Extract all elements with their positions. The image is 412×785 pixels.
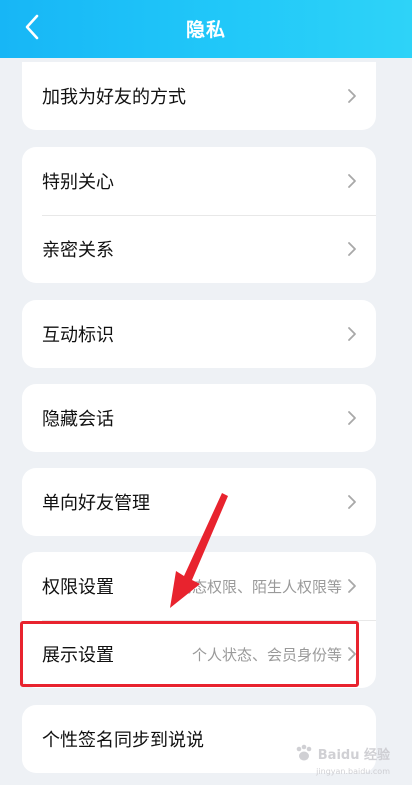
settings-card-interaction: 互动标识	[22, 300, 376, 368]
row-hide-chats[interactable]: 隐藏会话	[22, 384, 376, 452]
row-label: 互动标识	[42, 325, 114, 346]
chevron-right-icon	[346, 88, 358, 104]
row-label: 权限设置	[42, 577, 114, 598]
chevron-right-icon	[346, 173, 358, 189]
watermark-subtext: jingyan.baidu.com	[316, 767, 390, 776]
row-subtitle: 动态权限、陌生人权限等	[176, 577, 342, 596]
row-interaction-marks[interactable]: 互动标识	[22, 300, 376, 368]
chevron-right-icon	[346, 494, 358, 510]
row-label: 亲密关系	[42, 240, 114, 261]
watermark-text: Baidu 经验	[317, 747, 390, 763]
top-bar: 隐私	[0, 0, 412, 58]
row-label: 特别关心	[42, 172, 114, 193]
paw-icon	[296, 744, 312, 761]
settings-card-hide-chats: 隐藏会话	[22, 384, 376, 452]
settings-card-one-way: 单向好友管理	[22, 468, 376, 536]
settings-card-add-friend: 加我为好友的方式	[22, 62, 376, 130]
row-special-care[interactable]: 特别关心	[22, 147, 376, 215]
row-label: 加我为好友的方式	[42, 87, 186, 108]
row-label: 展示设置	[42, 645, 114, 666]
row-subtitle: 个人状态、会员身份等	[191, 645, 342, 664]
chevron-right-icon	[346, 578, 358, 594]
chevron-right-icon	[346, 326, 358, 342]
row-label: 个性签名同步到说说	[42, 730, 204, 751]
settings-card-relations: 特别关心 亲密关系	[22, 147, 376, 283]
row-add-friend-method[interactable]: 加我为好友的方式	[22, 62, 376, 130]
row-one-way-friends[interactable]: 单向好友管理	[22, 468, 376, 536]
row-close-relation[interactable]: 亲密关系	[22, 215, 376, 283]
chevron-right-icon	[346, 410, 358, 426]
row-permission-settings[interactable]: 权限设置 动态权限、陌生人权限等	[22, 552, 376, 620]
chevron-right-icon	[346, 646, 358, 662]
watermark-logo: Baidu 经验 jingyan.baidu.com	[294, 743, 390, 776]
settings-card-permissions: 权限设置 动态权限、陌生人权限等 展示设置 个人状态、会员身份等	[22, 552, 376, 688]
row-display-settings[interactable]: 展示设置 个人状态、会员身份等	[22, 620, 376, 688]
row-label: 单向好友管理	[42, 493, 150, 514]
row-label: 隐藏会话	[42, 409, 114, 430]
chevron-right-icon	[346, 241, 358, 257]
page-title: 隐私	[185, 19, 226, 41]
